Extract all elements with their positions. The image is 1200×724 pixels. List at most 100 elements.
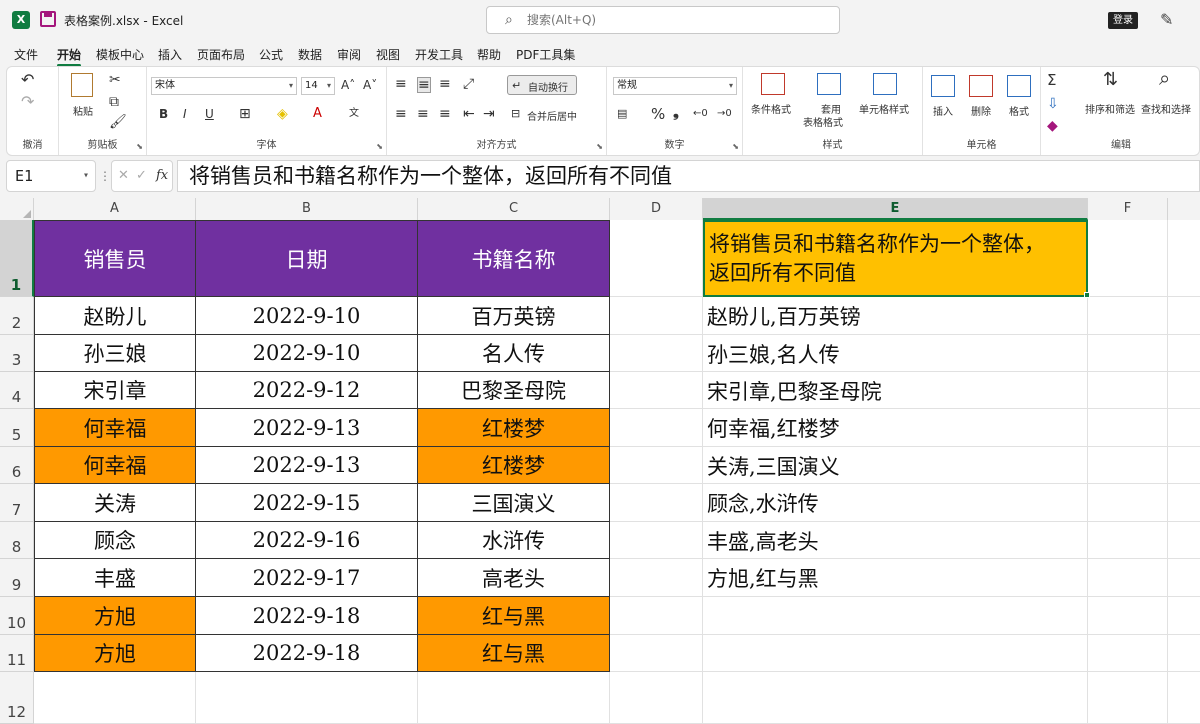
- format-cells-button[interactable]: 格式: [1009, 103, 1029, 118]
- search-box[interactable]: ⌕: [486, 6, 840, 34]
- redo-icon[interactable]: ↷: [21, 94, 34, 110]
- paste-icon[interactable]: [71, 73, 93, 97]
- align-launcher-icon[interactable]: ⬊: [596, 142, 603, 151]
- orientation-icon[interactable]: ⤢: [463, 77, 474, 91]
- insert-function-button[interactable]: fx: [156, 168, 168, 183]
- tab-file[interactable]: 文件: [14, 46, 38, 63]
- align-center-icon[interactable]: ≡: [417, 107, 429, 121]
- header-cell-a[interactable]: 销售员: [34, 220, 196, 297]
- row-header-11[interactable]: 11: [0, 635, 34, 672]
- column-header-g[interactable]: [1168, 198, 1200, 220]
- find-select-icon[interactable]: ⌕: [1159, 68, 1170, 88]
- fill-color-icon[interactable]: ◈: [277, 107, 288, 121]
- tab-developer[interactable]: 开发工具: [415, 46, 463, 63]
- cell-a2[interactable]: 赵盼儿: [34, 297, 196, 335]
- align-right-icon[interactable]: ≡: [439, 107, 451, 121]
- tab-template-center[interactable]: 模板中心: [96, 46, 144, 63]
- cell-c6[interactable]: 红楼梦: [418, 447, 610, 484]
- column-header-c[interactable]: C: [418, 198, 610, 220]
- row-header-5[interactable]: 5: [0, 409, 34, 447]
- cell-a11[interactable]: 方旭: [34, 635, 196, 672]
- table-format-icon[interactable]: [817, 73, 841, 95]
- delete-cells-icon[interactable]: [969, 75, 993, 97]
- border-icon[interactable]: ⊞: [239, 107, 251, 121]
- format-cells-icon[interactable]: [1007, 75, 1031, 97]
- cell-a7[interactable]: 关涛: [34, 484, 196, 522]
- tab-data[interactable]: 数据: [298, 46, 322, 63]
- row-header-3[interactable]: 3: [0, 335, 34, 372]
- tab-page-layout[interactable]: 页面布局: [197, 46, 245, 63]
- phonetic-icon[interactable]: 文: [349, 107, 359, 121]
- decrease-font-icon[interactable]: A˅: [363, 78, 377, 92]
- cell-a8[interactable]: 顾念: [34, 522, 196, 559]
- percent-button[interactable]: %: [651, 105, 665, 123]
- cell-c2[interactable]: 百万英镑: [418, 297, 610, 335]
- column-header-b[interactable]: B: [196, 198, 418, 220]
- formula-input[interactable]: 将销售员和书籍名称作为一个整体，返回所有不同值: [177, 160, 1200, 192]
- more-icon[interactable]: ⋮: [99, 169, 111, 183]
- conditional-format-button[interactable]: 条件格式: [751, 101, 791, 116]
- cell-e8[interactable]: 丰盛,高老头: [703, 522, 1088, 559]
- tab-help[interactable]: 帮助: [477, 46, 501, 63]
- align-top-icon[interactable]: ≡: [395, 77, 407, 91]
- cell-b5[interactable]: 2022-9-13: [196, 409, 418, 447]
- fill-handle[interactable]: [1084, 292, 1090, 298]
- increase-decimal-icon[interactable]: ←0: [693, 107, 708, 121]
- insert-cells-button[interactable]: 插入: [933, 103, 953, 118]
- cell-styles-button[interactable]: 单元格样式: [859, 101, 909, 116]
- row-header-8[interactable]: 8: [0, 522, 34, 559]
- search-input[interactable]: [527, 11, 827, 29]
- underline-button[interactable]: U: [205, 107, 214, 121]
- worksheet-grid[interactable]: A B C D E F 1 2 3 4 5 6 7 8 9 10 11 12 销售员 日期 书籍名称 赵盼儿…: [0, 198, 1200, 724]
- cell-b11[interactable]: 2022-9-18: [196, 635, 418, 672]
- cell-c5[interactable]: 红楼梦: [418, 409, 610, 447]
- save-icon[interactable]: [40, 11, 56, 27]
- cell-a4[interactable]: 宋引章: [34, 372, 196, 409]
- align-bottom-icon[interactable]: ≡: [439, 77, 451, 91]
- font-color-icon[interactable]: A: [313, 107, 322, 121]
- name-box[interactable]: E1 ▾: [6, 160, 96, 192]
- cell-c3[interactable]: 名人传: [418, 335, 610, 372]
- row-header-6[interactable]: 6: [0, 447, 34, 484]
- merge-center-icon[interactable]: ⊟: [511, 107, 520, 121]
- align-middle-icon[interactable]: ≡: [417, 77, 431, 93]
- tab-insert[interactable]: 插入: [158, 46, 182, 63]
- tab-home[interactable]: 开始: [57, 46, 82, 67]
- sort-filter-button[interactable]: 排序和筛选: [1085, 101, 1135, 116]
- column-header-d[interactable]: D: [610, 198, 703, 220]
- clear-icon[interactable]: ◆: [1047, 119, 1058, 133]
- login-button[interactable]: 登录: [1108, 12, 1138, 29]
- row-header-2[interactable]: 2: [0, 297, 34, 335]
- row-header-7[interactable]: 7: [0, 484, 34, 522]
- cell-e4[interactable]: 宋引章,巴黎圣母院: [703, 372, 1088, 409]
- row-header-4[interactable]: 4: [0, 372, 34, 409]
- cell-b8[interactable]: 2022-9-16: [196, 522, 418, 559]
- undo-icon[interactable]: ↶: [21, 72, 34, 88]
- cell-a3[interactable]: 孙三娘: [34, 335, 196, 372]
- cell-e2[interactable]: 赵盼儿,百万英镑: [703, 297, 1088, 335]
- table-format-line2[interactable]: 表格格式: [803, 114, 843, 129]
- font-name-select[interactable]: 宋体 ▾: [151, 77, 297, 95]
- cell-a9[interactable]: 丰盛: [34, 559, 196, 597]
- row-header-1[interactable]: 1: [0, 220, 34, 297]
- align-left-icon[interactable]: ≡: [395, 107, 407, 121]
- comma-button[interactable]: ❟: [673, 103, 679, 121]
- insert-cells-icon[interactable]: [931, 75, 955, 97]
- column-header-e[interactable]: E: [703, 198, 1088, 220]
- autosum-icon[interactable]: Σ: [1047, 73, 1056, 88]
- increase-font-icon[interactable]: A˄: [341, 78, 355, 92]
- copy-icon[interactable]: ⧉: [109, 95, 119, 109]
- cell-c9[interactable]: 高老头: [418, 559, 610, 597]
- cell-b9[interactable]: 2022-9-17: [196, 559, 418, 597]
- cell-a6[interactable]: 何幸福: [34, 447, 196, 484]
- delete-cells-button[interactable]: 删除: [971, 103, 991, 118]
- indent-increase-icon[interactable]: ⇥: [483, 107, 495, 121]
- cell-b7[interactable]: 2022-9-15: [196, 484, 418, 522]
- cell-e1[interactable]: 将销售员和书籍名称作为一个整体， 返回所有不同值: [703, 220, 1088, 297]
- fill-icon[interactable]: ⇩: [1047, 97, 1059, 111]
- row-header-9[interactable]: 9: [0, 559, 34, 597]
- cell-b10[interactable]: 2022-9-18: [196, 597, 418, 635]
- tab-view[interactable]: 视图: [376, 46, 400, 63]
- cancel-icon[interactable]: ✕: [118, 168, 129, 183]
- paste-button[interactable]: 粘贴: [73, 103, 93, 118]
